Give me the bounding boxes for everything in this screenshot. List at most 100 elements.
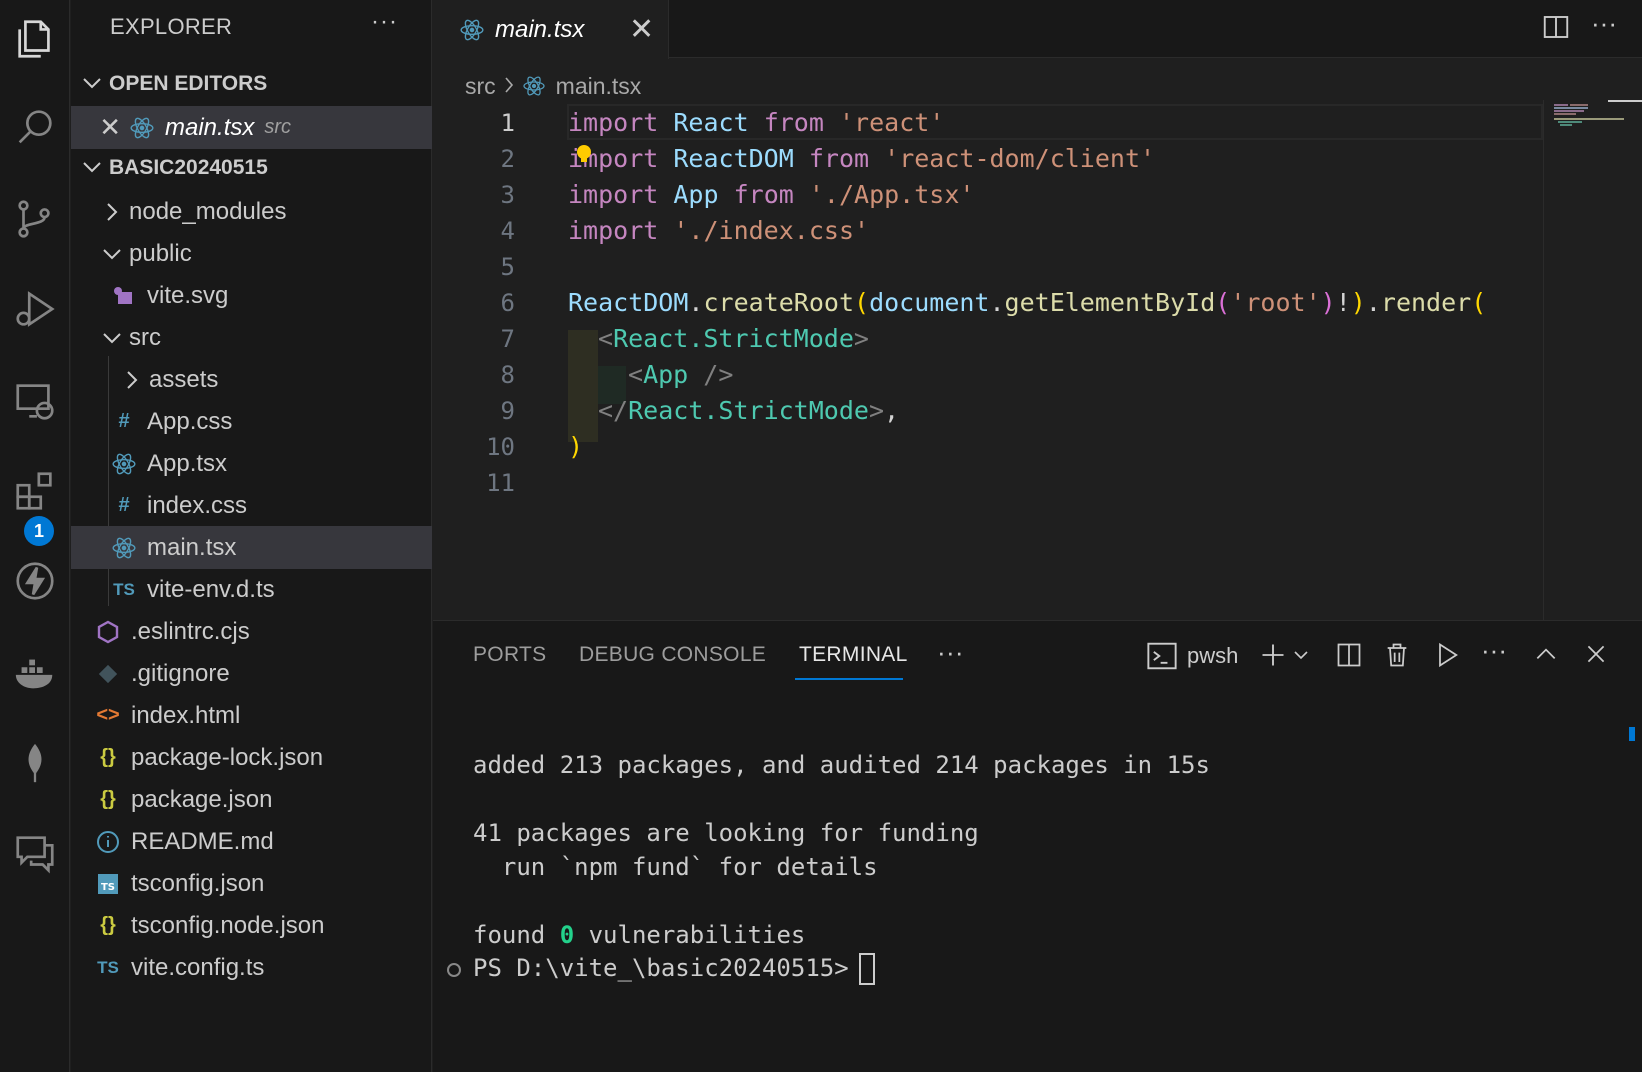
typescript-icon: TS (113, 579, 135, 599)
breadcrumb-folder[interactable]: src (465, 73, 496, 100)
command-decoration-icon[interactable] (447, 963, 461, 977)
open-editor-name: main.tsx (165, 113, 255, 141)
new-terminal-button[interactable] (1259, 641, 1309, 669)
sidebar-more-button[interactable]: ··· (371, 8, 398, 36)
tree-item-label: index.css (147, 491, 248, 519)
tab-ports[interactable]: PORTS (473, 643, 546, 667)
chat-icon[interactable] (0, 818, 70, 888)
maximize-panel-icon[interactable] (1533, 641, 1559, 667)
tree-item-assets[interactable]: assets (71, 358, 432, 401)
thunder-client-icon[interactable] (0, 546, 70, 616)
split-editor-icon[interactable] (1541, 12, 1571, 47)
tree-item-public[interactable]: public (71, 232, 432, 275)
run-debug-icon[interactable] (0, 274, 70, 344)
explorer-icon[interactable] (0, 4, 70, 74)
tree-item-index-css[interactable]: # index.css (71, 484, 432, 527)
breadcrumb-file[interactable]: main.tsx (556, 73, 642, 100)
docker-icon[interactable] (0, 638, 70, 708)
code-line: 11 (433, 464, 1543, 501)
editor-more-icon[interactable]: ··· (1591, 8, 1617, 39)
code-line: 5 (433, 248, 1543, 285)
line-number: 3 (500, 180, 515, 209)
minimap-slider[interactable] (1608, 100, 1642, 102)
open-editor-item[interactable]: ✕ main.tsx src (71, 106, 432, 149)
tree-item-app-tsx[interactable]: App.tsx (71, 442, 432, 485)
chevron-down-icon (101, 332, 123, 344)
chevron-down-icon (101, 248, 123, 260)
split-terminal-icon[interactable] (1335, 641, 1363, 669)
line-number: 5 (500, 252, 515, 281)
terminal-line: added 213 packages, and audited 214 pack… (473, 751, 1210, 779)
tree-item-label: vite.config.ts (131, 953, 265, 981)
terminal-shell-selector[interactable]: pwsh (1145, 641, 1238, 671)
minimap[interactable] (1543, 100, 1642, 620)
terminal-prompt[interactable]: PS D:\vite_\basic20240515> (473, 953, 875, 985)
tree-item-tsconfig[interactable]: TS tsconfig.json (71, 862, 432, 905)
remote-explorer-icon[interactable] (0, 366, 70, 436)
project-label: BASIC20240515 (109, 156, 268, 179)
tree-item-src[interactable]: src (71, 316, 432, 359)
tree-item-label: .gitignore (131, 659, 230, 687)
tree-item-eslintrc[interactable]: .eslintrc.cjs (71, 610, 432, 653)
close-icon[interactable]: ✕ (71, 112, 121, 143)
line-number: 4 (500, 216, 515, 245)
tree-item-label: package-lock.json (131, 743, 324, 771)
panel-more-icon[interactable]: ··· (937, 637, 964, 668)
project-header[interactable]: BASIC20240515 (71, 148, 432, 188)
tree-item-label: tsconfig.node.json (131, 911, 325, 939)
react-icon (127, 115, 157, 141)
tab-label: main.tsx (495, 15, 585, 43)
tree-item-gitignore[interactable]: .gitignore (71, 652, 432, 695)
line-number: 10 (486, 432, 515, 461)
run-icon[interactable] (1433, 641, 1461, 669)
tree-item-package-json[interactable]: {} package.json (71, 778, 432, 821)
css-hash-icon: # (118, 410, 130, 432)
code-line: 7 <React.StrictMode> (433, 320, 1543, 357)
open-editors-header[interactable]: OPEN EDITORS (71, 64, 432, 104)
tree-item-vite-config[interactable]: TS vite.config.ts (71, 946, 432, 989)
close-panel-icon[interactable] (1583, 641, 1609, 667)
extensions-badge: 1 (24, 516, 54, 546)
source-control-icon[interactable] (0, 184, 70, 254)
chevron-right-icon (101, 202, 123, 222)
react-icon (109, 451, 139, 477)
tree-item-readme[interactable]: README.md (71, 820, 432, 863)
mongodb-leaf-icon[interactable] (0, 728, 70, 798)
search-icon[interactable] (0, 92, 70, 162)
line-number: 6 (500, 288, 515, 317)
tree-item-label: main.tsx (147, 533, 237, 561)
tree-item-index-html[interactable]: <> index.html (71, 694, 432, 737)
tree-item-label: node_modules (129, 197, 287, 225)
tree-item-label: tsconfig.json (131, 869, 265, 897)
tree-item-label: assets (149, 365, 219, 393)
tree-item-node-modules[interactable]: node_modules (71, 190, 432, 233)
tree-item-vite-svg[interactable]: vite.svg (71, 274, 432, 317)
terminal-scroll-indicator (1629, 727, 1635, 741)
chevron-down-icon (1294, 651, 1308, 660)
editor-tab-bar: main.tsx ✕ ··· (433, 0, 1642, 59)
code-line: 9 </React.StrictMode>, (433, 392, 1543, 429)
lightbulb-icon[interactable] (575, 144, 593, 164)
tab-terminal[interactable]: TERMINAL (799, 643, 908, 667)
close-icon[interactable]: ✕ (629, 12, 654, 47)
activity-bar: 1 (0, 0, 70, 1072)
tree-item-package-lock[interactable]: {} package-lock.json (71, 736, 432, 779)
chevron-right-icon (121, 370, 143, 390)
json-icon: {} (100, 914, 116, 936)
tree-item-tsconfig-node[interactable]: {} tsconfig.node.json (71, 904, 432, 947)
trash-icon[interactable] (1383, 641, 1411, 669)
terminal-more-icon[interactable]: ··· (1481, 635, 1507, 666)
react-icon (459, 17, 485, 43)
terminal-cursor (858, 953, 875, 985)
code-editor[interactable]: 1 import React from 'react' 2 import React… (433, 104, 1543, 614)
active-tab-indicator (795, 678, 903, 680)
line-number: 11 (486, 468, 515, 497)
tree-item-main-tsx[interactable]: main.tsx (71, 526, 432, 569)
tree-item-vite-env[interactable]: TS vite-env.d.ts (71, 568, 432, 611)
tab-debug-console[interactable]: DEBUG CONSOLE (579, 643, 766, 667)
typescript-icon: TS (97, 957, 119, 977)
tree-item-app-css[interactable]: # App.css (71, 400, 432, 443)
react-icon (522, 74, 546, 98)
tree-item-label: index.html (131, 701, 241, 729)
tab-main-tsx[interactable]: main.tsx ✕ (433, 0, 669, 59)
